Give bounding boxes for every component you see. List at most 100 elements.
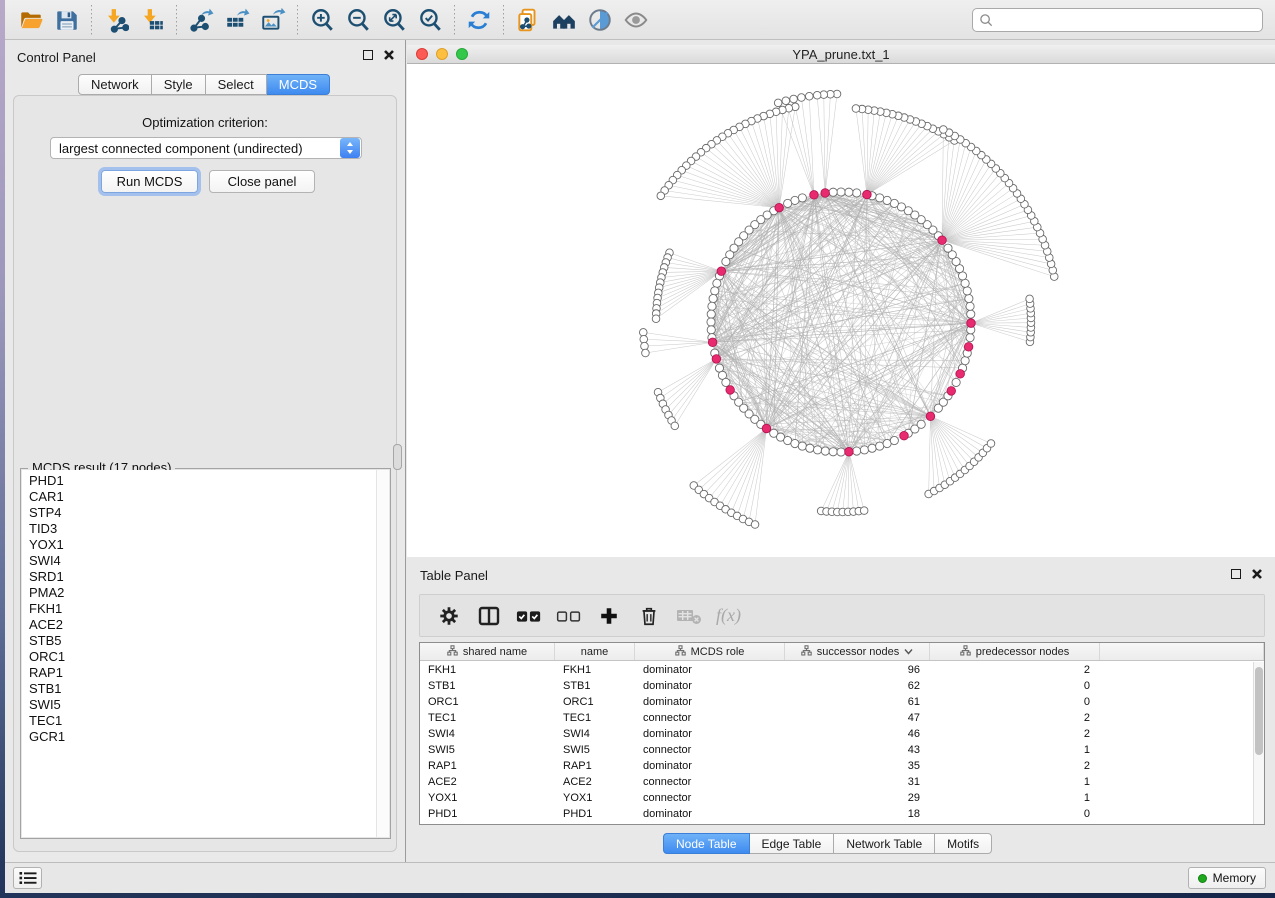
table-tab-motifs[interactable]: Motifs <box>935 833 992 854</box>
mcds-node[interactable] <box>775 203 784 212</box>
save-session-icon[interactable] <box>49 4 85 36</box>
memory-button[interactable]: Memory <box>1188 867 1266 889</box>
table-row[interactable]: FKH1FKH1dominator962 <box>420 662 1253 678</box>
eye-icon[interactable] <box>618 4 654 36</box>
optimization-criterion-dropdown[interactable]: largest connected component (undirected) <box>50 137 362 159</box>
search-input[interactable] <box>994 10 1262 30</box>
network-window-titlebar[interactable]: YPA_prune.txt_1 <box>407 45 1275 64</box>
tab-network[interactable]: Network <box>78 74 152 95</box>
mcds-node[interactable] <box>810 191 819 200</box>
table-row[interactable]: SWI5SWI5connector431 <box>420 742 1253 758</box>
table-row[interactable]: YOX1YOX1connector291 <box>420 790 1253 806</box>
table-scrollbar-thumb[interactable] <box>1255 667 1263 755</box>
zoom-fit-icon[interactable] <box>376 4 412 36</box>
toolbar-separator <box>503 5 504 35</box>
network-view-window: YPA_prune.txt_1 <box>407 45 1275 557</box>
table-scrollbar[interactable] <box>1253 662 1264 824</box>
table-tab-network-table[interactable]: Network Table <box>834 833 935 854</box>
tab-mcds[interactable]: MCDS <box>267 74 330 95</box>
export-network-icon[interactable] <box>183 4 219 36</box>
deselect-all-icon[interactable] <box>556 603 582 629</box>
mcds-node[interactable] <box>947 387 956 396</box>
mcds-node[interactable] <box>717 267 726 276</box>
table-row[interactable]: PHD1PHD1dominator180 <box>420 806 1253 822</box>
toggle-columns-icon[interactable] <box>476 603 502 629</box>
column-header-successor-nodes[interactable]: successor nodes <box>785 643 930 660</box>
export-image-icon[interactable] <box>255 4 291 36</box>
mcds-node[interactable] <box>712 355 721 364</box>
table-row[interactable]: SWI4SWI4dominator462 <box>420 726 1253 742</box>
table-tab-edge-table[interactable]: Edge Table <box>750 833 835 854</box>
tab-style[interactable]: Style <box>152 74 206 95</box>
mcds-node[interactable] <box>956 370 965 379</box>
mcds-node[interactable] <box>863 190 872 199</box>
mcds-result-item: STP4 <box>29 505 389 521</box>
import-network-icon[interactable] <box>98 4 134 36</box>
mcds-node[interactable] <box>926 412 935 421</box>
mcds-node[interactable] <box>708 338 717 347</box>
column-header-name[interactable]: name <box>555 643 635 660</box>
zoom-selected-icon[interactable] <box>412 4 448 36</box>
table-row[interactable]: ORC1ORC1dominator610 <box>420 694 1253 710</box>
column-header-predecessor-nodes[interactable]: predecessor nodes <box>930 643 1100 660</box>
column-type-icon <box>801 645 812 659</box>
memory-button-label: Memory <box>1213 871 1256 885</box>
mcds-node[interactable] <box>845 447 854 456</box>
clone-network-icon[interactable] <box>510 4 546 36</box>
close-table-panel-icon[interactable] <box>1251 568 1263 580</box>
close-panel-icon[interactable] <box>383 49 395 61</box>
table-tab-node-table[interactable]: Node Table <box>663 833 750 854</box>
search-field[interactable] <box>972 8 1263 32</box>
show-networks-icon[interactable] <box>546 4 582 36</box>
mcds-result-item: YOX1 <box>29 537 389 553</box>
mcds-list-scrollbar[interactable] <box>376 470 389 837</box>
mcds-node[interactable] <box>821 189 830 198</box>
mcds-node[interactable] <box>967 319 976 328</box>
add-column-icon[interactable] <box>596 603 622 629</box>
mcds-node[interactable] <box>726 386 735 395</box>
panel-splitter-handle[interactable] <box>393 444 402 470</box>
tab-select[interactable]: Select <box>206 74 267 95</box>
workspace-area: YPA_prune.txt_1 Table Panel <box>406 40 1275 862</box>
open-file-icon[interactable] <box>13 4 49 36</box>
table-row[interactable]: TEC1TEC1connector472 <box>420 710 1253 726</box>
float-table-panel-icon[interactable] <box>1231 569 1241 579</box>
zoom-in-icon[interactable] <box>304 4 340 36</box>
mcds-node[interactable] <box>762 424 771 433</box>
table-panel-title: Table Panel <box>420 568 488 583</box>
table-cell: 96 <box>785 662 930 678</box>
table-row[interactable]: STB1STB1dominator620 <box>420 678 1253 694</box>
network-canvas[interactable] <box>407 64 1275 557</box>
column-header-MCDS-role[interactable]: MCDS role <box>635 643 785 660</box>
hide-graphics-icon[interactable] <box>582 4 618 36</box>
show-panels-menu-button[interactable] <box>13 867 42 889</box>
table-row[interactable]: ACE2ACE2connector311 <box>420 774 1253 790</box>
node-table: shared namename MCDS role successor nodesp… <box>419 642 1265 825</box>
float-panel-icon[interactable] <box>363 50 373 60</box>
refresh-icon[interactable] <box>461 4 497 36</box>
sort-chevron-icon <box>904 648 913 655</box>
table-cell: 2 <box>930 726 1100 742</box>
select-all-icon[interactable] <box>516 603 542 629</box>
mcds-node[interactable] <box>938 236 947 245</box>
table-cell: 2 <box>930 662 1100 678</box>
column-header-shared-name[interactable]: shared name <box>420 643 555 660</box>
import-table-icon[interactable] <box>134 4 170 36</box>
table-settings-gear-icon[interactable] <box>436 603 462 629</box>
zoom-out-icon[interactable] <box>340 4 376 36</box>
close-panel-button[interactable]: Close panel <box>209 170 315 193</box>
cytoscape-window: Control Panel NetworkStyleSelectMCDS Opt… <box>5 0 1275 893</box>
column-label: MCDS role <box>691 646 745 658</box>
export-table-icon[interactable] <box>219 4 255 36</box>
table-cell: dominator <box>635 806 785 822</box>
mcds-node[interactable] <box>964 343 973 352</box>
table-row[interactable]: RAP1RAP1dominator352 <box>420 758 1253 774</box>
delete-column-icon[interactable] <box>636 603 662 629</box>
window-zoom-icon[interactable] <box>456 48 468 60</box>
run-mcds-button[interactable]: Run MCDS <box>101 170 198 193</box>
table-cell: dominator <box>635 678 785 694</box>
window-minimize-icon[interactable] <box>436 48 448 60</box>
window-close-icon[interactable] <box>416 48 428 60</box>
mcds-node[interactable] <box>900 431 909 440</box>
mcds-result-item: TID3 <box>29 521 389 537</box>
